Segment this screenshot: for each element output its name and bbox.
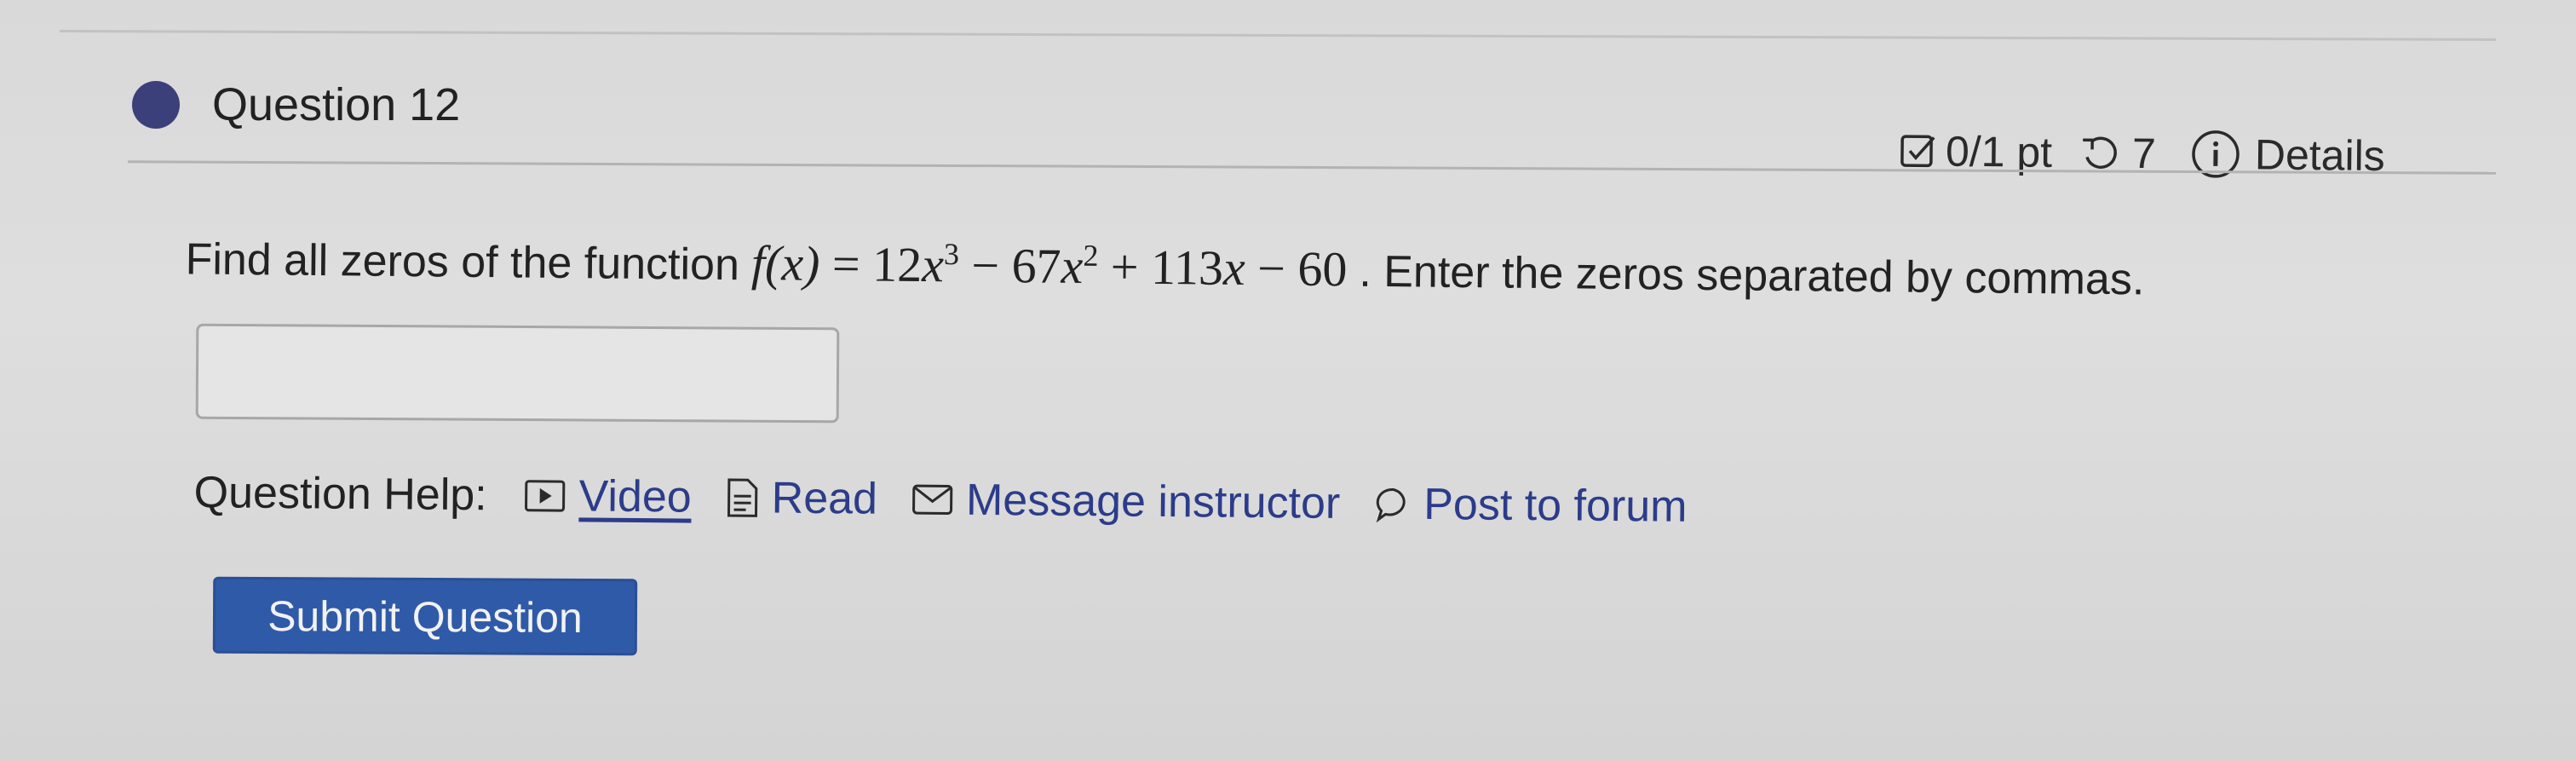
- question-prompt: Find all zeros of the function f(x) = 12x…: [185, 228, 2144, 306]
- submit-question-button[interactable]: Submit Question: [212, 576, 638, 656]
- function-name: f(x): [750, 235, 820, 292]
- question-header: Question 12: [132, 78, 460, 131]
- question-title: Question 12: [212, 79, 461, 130]
- read-icon: [725, 477, 759, 518]
- read-link[interactable]: Read: [725, 472, 877, 525]
- prompt-lead: Find all zeros of the function: [185, 234, 740, 291]
- help-label: Question Help:: [193, 467, 487, 521]
- speech-bubble-icon: [1374, 485, 1412, 523]
- prompt-tail: . Enter the zeros separated by commas.: [1359, 246, 2145, 305]
- answer-input[interactable]: [195, 323, 840, 424]
- function-expression: f(x) = 12x3 − 67x2 + 113x − 60: [750, 235, 1348, 297]
- retry-icon: [2079, 131, 2123, 175]
- question-help: Question Help: Video Read Message instru…: [193, 467, 1721, 533]
- question-status-dot: [132, 81, 180, 129]
- message-instructor-link[interactable]: Message instructor: [911, 474, 1341, 529]
- top-divider: [60, 30, 2496, 41]
- score-check-icon: [1900, 132, 1937, 170]
- video-icon: [524, 478, 566, 514]
- video-link[interactable]: Video: [524, 470, 692, 523]
- mail-icon: [911, 482, 954, 516]
- post-to-forum-link[interactable]: Post to forum: [1374, 478, 1688, 533]
